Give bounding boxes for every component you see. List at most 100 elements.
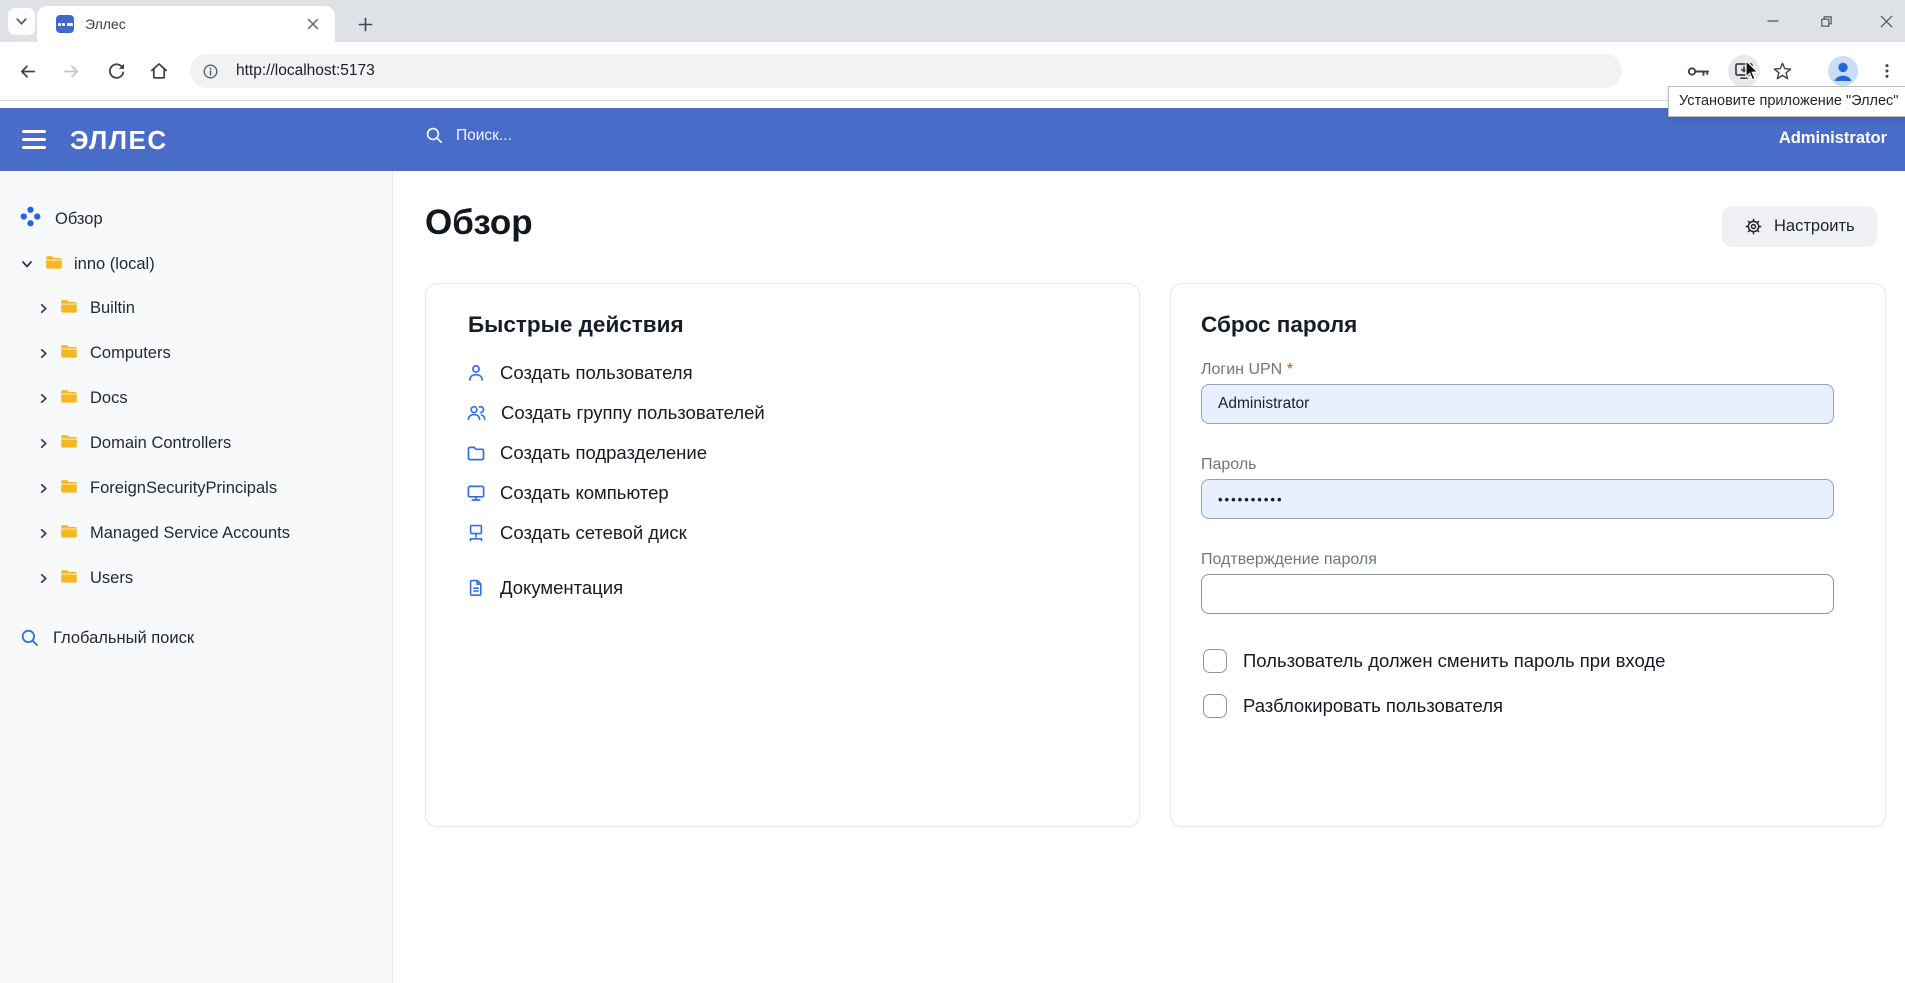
folder-icon (59, 431, 79, 456)
gear-icon (1744, 217, 1763, 236)
chevron-right-icon[interactable] (37, 572, 50, 585)
restore-icon (1820, 15, 1833, 28)
header-search[interactable] (425, 126, 776, 145)
action-label: Создать группу пользователей (501, 402, 765, 424)
window-close-button[interactable] (1862, 0, 1905, 42)
must-change-password-checkbox-row[interactable]: Пользователь должен сменить пароль при в… (1203, 649, 1665, 673)
plus-icon (358, 17, 373, 32)
folder-icon (59, 386, 79, 411)
install-app-icon[interactable] (1728, 55, 1760, 87)
favicon-icon (56, 15, 74, 33)
quick-actions-card: Быстрые действия Создать пользователя Со… (425, 283, 1140, 827)
dashboard-dots-icon (20, 206, 41, 232)
sidebar-tree-label: Computers (90, 344, 171, 363)
chevron-right-icon[interactable] (37, 302, 50, 315)
chevron-down-icon (15, 15, 28, 28)
confirm-password-label: Подтверждение пароля (1201, 551, 1377, 569)
browser-tab[interactable]: Эллес (37, 6, 335, 42)
sidebar-tree-item[interactable]: Users (0, 556, 393, 600)
unlock-user-checkbox-row[interactable]: Разблокировать пользователя (1203, 694, 1503, 718)
home-button[interactable] (143, 55, 175, 87)
sidebar-tree-label: ForeignSecurityPrincipals (90, 479, 277, 498)
checkbox[interactable] (1203, 694, 1227, 718)
network-drive-icon (466, 523, 486, 543)
checkbox-label: Пользователь должен сменить пароль при в… (1243, 650, 1665, 672)
folder-icon (59, 566, 79, 591)
folder-icon (466, 443, 486, 463)
chevron-right-icon[interactable] (37, 347, 50, 360)
card-title: Сброс пароля (1201, 312, 1357, 338)
action-documentation[interactable]: Документация (466, 568, 623, 608)
confirm-password-input[interactable] (1201, 574, 1834, 614)
forward-button[interactable] (55, 55, 87, 87)
minimize-icon (1767, 15, 1779, 27)
search-input[interactable] (456, 127, 776, 145)
action-create-org-unit[interactable]: Создать подразделение (466, 433, 707, 473)
chevron-right-icon[interactable] (37, 392, 50, 405)
sidebar-item-overview[interactable]: Обзор (0, 197, 393, 241)
search-icon (20, 628, 40, 648)
tab-close-icon[interactable] (304, 15, 322, 33)
new-tab-button[interactable] (352, 11, 378, 37)
sidebar-tree-item[interactable]: Builtin (0, 286, 393, 330)
screen: Эллес (0, 0, 1905, 983)
current-user-label[interactable]: Administrator (1779, 129, 1887, 148)
sidebar-tree-label: Builtin (90, 299, 135, 318)
checkbox-label: Разблокировать пользователя (1243, 695, 1503, 717)
home-icon (149, 61, 169, 81)
forward-arrow-icon (62, 62, 81, 81)
tab-list-button[interactable] (8, 8, 35, 35)
checkbox[interactable] (1203, 649, 1227, 673)
sidebar-tree-item[interactable]: Domain Controllers (0, 421, 393, 465)
login-input[interactable] (1201, 384, 1834, 424)
address-bar[interactable]: http://localhost:5173 (190, 54, 1622, 88)
sidebar-tree-item[interactable]: Managed Service Accounts (0, 511, 393, 555)
folder-icon (59, 521, 79, 546)
configure-button-label: Настроить (1774, 217, 1855, 236)
browser-menu-icon[interactable] (1871, 55, 1903, 87)
required-mark: * (1287, 361, 1293, 378)
card-title: Быстрые действия (468, 312, 684, 338)
page-info-icon[interactable] (202, 63, 219, 80)
sidebar-item-label: Глобальный поиск (53, 629, 194, 648)
sidebar-item-label: Обзор (55, 210, 103, 229)
url-text[interactable]: http://localhost:5173 (236, 62, 375, 80)
password-manager-icon[interactable] (1683, 55, 1715, 87)
sidebar-item-global-search[interactable]: Глобальный поиск (0, 616, 393, 660)
reload-button[interactable] (100, 55, 132, 87)
monitor-icon (466, 483, 486, 503)
install-app-tooltip: Установите приложение "Эллес" (1668, 86, 1905, 117)
tab-title: Эллес (85, 16, 304, 32)
bookmark-star-icon[interactable] (1766, 55, 1798, 87)
chevron-right-icon[interactable] (37, 482, 50, 495)
chevron-right-icon[interactable] (37, 527, 50, 540)
action-create-user-group[interactable]: Создать группу пользователей (466, 393, 765, 433)
sidebar-tree-label: inno (local) (74, 255, 155, 274)
action-label: Создать подразделение (500, 442, 707, 464)
window-restore-button[interactable] (1802, 0, 1850, 42)
browser-tab-strip: Эллес (0, 0, 1905, 42)
configure-button[interactable]: Настроить (1722, 206, 1877, 247)
chevron-right-icon[interactable] (37, 437, 50, 450)
sidebar-tree-item[interactable]: Computers (0, 331, 393, 375)
profile-avatar[interactable] (1828, 56, 1858, 86)
window-minimize-button[interactable] (1749, 0, 1797, 42)
menu-hamburger-icon[interactable] (22, 130, 46, 149)
sidebar-tree-item-domain[interactable]: inno (local) (0, 242, 393, 286)
document-icon (466, 578, 486, 598)
user-group-icon (466, 403, 487, 423)
sidebar-tree-label: Managed Service Accounts (90, 524, 290, 543)
sidebar-tree-label: Docs (90, 389, 128, 408)
action-create-network-drive[interactable]: Создать сетевой диск (466, 513, 687, 553)
back-button[interactable] (11, 55, 43, 87)
folder-icon (59, 341, 79, 366)
password-input[interactable] (1201, 479, 1834, 519)
action-create-computer[interactable]: Создать компьютер (466, 473, 669, 513)
back-arrow-icon (18, 62, 37, 81)
app-logo: ЭЛЛЕС (70, 125, 168, 156)
sidebar-tree-item[interactable]: Docs (0, 376, 393, 420)
sidebar-tree-item[interactable]: ForeignSecurityPrincipals (0, 466, 393, 510)
chevron-down-icon[interactable] (20, 257, 34, 271)
action-create-user[interactable]: Создать пользователя (466, 353, 693, 393)
folder-icon (44, 252, 64, 277)
